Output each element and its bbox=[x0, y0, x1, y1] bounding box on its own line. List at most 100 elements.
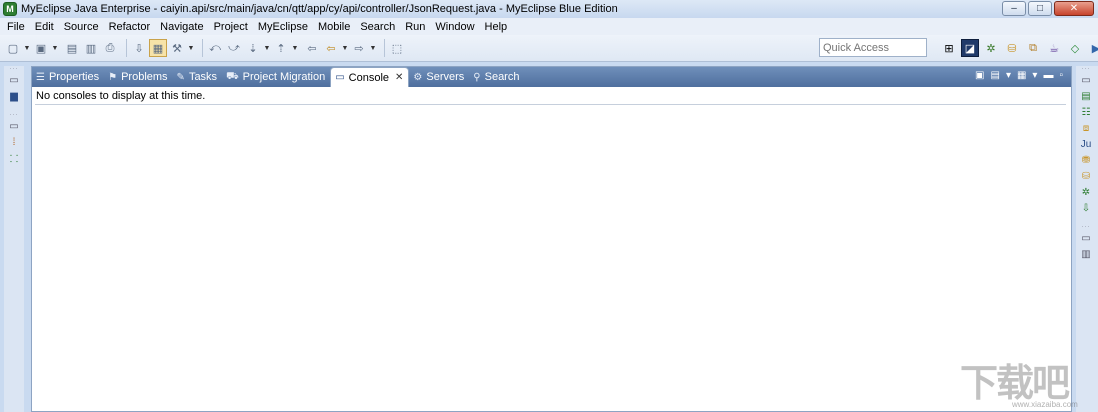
toolbar-separator bbox=[384, 39, 385, 57]
menu-project[interactable]: Project bbox=[209, 21, 253, 33]
menu-bar: File Edit Source Refactor Navigate Proje… bbox=[0, 18, 1098, 35]
tab-label: Search bbox=[484, 71, 520, 83]
save-icon[interactable]: ▤ bbox=[63, 39, 81, 57]
next-edit-dropdown-icon[interactable]: ▼ bbox=[263, 45, 271, 52]
display-console-icon[interactable]: ▣ bbox=[975, 70, 984, 81]
console-view-panel: ☰ Properties ⚑ Problems ✎ Tasks ⛟ Projec… bbox=[31, 66, 1072, 412]
menu-window[interactable]: Window bbox=[430, 21, 479, 33]
resource-perspective-icon[interactable]: ▶ bbox=[1087, 39, 1098, 57]
watermark-text: 下载吧 bbox=[960, 361, 1070, 405]
tab-label: Tasks bbox=[188, 71, 218, 83]
debug-perspective-icon[interactable]: ✲ bbox=[982, 39, 1000, 57]
menu-myeclipse[interactable]: MyEclipse bbox=[253, 21, 313, 33]
watermark-url: www.xiazaiba.com bbox=[1012, 400, 1078, 409]
pin-editor-icon[interactable]: ⬚ bbox=[388, 39, 406, 57]
restore-icon[interactable]: ▭ bbox=[1076, 230, 1096, 246]
myeclipse-perspective-icon[interactable]: ◪ bbox=[961, 39, 979, 57]
prev-edit-dropdown-icon[interactable]: ▼ bbox=[291, 45, 299, 52]
outline-icon[interactable]: ⸬ bbox=[4, 150, 24, 166]
tasklist-icon[interactable]: ☷ bbox=[1076, 104, 1096, 120]
tab-tasks[interactable]: ✎ Tasks bbox=[173, 67, 223, 87]
snippets-icon[interactable]: ▤ bbox=[1076, 88, 1096, 104]
next-edit-icon[interactable]: ⇣ bbox=[244, 39, 262, 57]
new-project-dropdown-icon[interactable]: ▼ bbox=[51, 45, 59, 52]
prev-annotation-icon[interactable]: ⤺ bbox=[206, 39, 224, 57]
tab-project-migration[interactable]: ⛟ Project Migration bbox=[222, 67, 330, 87]
build-tool-icon[interactable]: ⚒ bbox=[168, 39, 186, 57]
package-explorer-icon[interactable]: ▆ bbox=[4, 88, 24, 104]
java-perspective-icon[interactable]: ☕ bbox=[1045, 39, 1063, 57]
close-button[interactable]: ✕ bbox=[1054, 1, 1094, 16]
view-actions: ▣ ▤ ▾ ▦ ▾ ▬ ▫ bbox=[975, 70, 1063, 81]
menu-help[interactable]: Help bbox=[480, 21, 513, 33]
junit-icon[interactable]: Ju bbox=[1076, 136, 1096, 152]
team-perspective-icon[interactable]: ⧉ bbox=[1024, 39, 1042, 57]
left-trim-bar: ··· ▭ ▆ ··· ▭ ⁞ ⸬ bbox=[4, 66, 24, 412]
close-tab-icon[interactable]: ✕ bbox=[395, 72, 403, 83]
tab-label: Properties bbox=[48, 71, 100, 83]
hierarchy-icon[interactable]: ⁞ bbox=[4, 134, 24, 150]
debug-view-icon[interactable]: ✲ bbox=[1076, 184, 1096, 200]
tab-servers[interactable]: ⚙ Servers bbox=[409, 67, 469, 87]
print-icon[interactable]: ⎙ bbox=[101, 39, 119, 57]
menu-run[interactable]: Run bbox=[400, 21, 430, 33]
new-icon[interactable]: ▢ bbox=[4, 39, 22, 57]
next-annotation-icon[interactable]: ⤻ bbox=[225, 39, 243, 57]
tab-label: Console bbox=[348, 71, 390, 84]
menu-source[interactable]: Source bbox=[59, 21, 104, 33]
open-perspective-icon[interactable]: ⊞ bbox=[940, 39, 958, 57]
menu-search[interactable]: Search bbox=[355, 21, 400, 33]
minimize-button[interactable]: – bbox=[1002, 1, 1026, 16]
console-icon: ▭ bbox=[335, 72, 345, 83]
properties-icon: ☰ bbox=[36, 71, 45, 83]
maximize-button[interactable]: □ bbox=[1028, 1, 1052, 16]
menu-file[interactable]: File bbox=[2, 21, 30, 33]
last-edit-location-icon[interactable]: ⇦ bbox=[303, 39, 321, 57]
editor-area-icon[interactable]: ▥ bbox=[1076, 246, 1096, 262]
quick-access-input[interactable] bbox=[819, 38, 927, 57]
back-icon[interactable]: ⇦ bbox=[322, 39, 340, 57]
forward-dropdown-icon[interactable]: ▼ bbox=[369, 45, 377, 52]
tab-search[interactable]: ⚲ Search bbox=[469, 67, 524, 87]
perspective-switcher: ⊞ ◪ ✲ ⛁ ⧉ ☕ ◇ ▶ bbox=[940, 39, 1098, 57]
dropdown-arrow-icon[interactable]: ▾ bbox=[1006, 70, 1011, 81]
minimize-view-icon[interactable]: ▬ bbox=[1043, 70, 1053, 81]
restore-icon[interactable]: ▭ bbox=[4, 72, 24, 88]
servers-icon: ⚙ bbox=[413, 71, 423, 83]
image-preview-icon[interactable]: ⧈ bbox=[1076, 120, 1096, 136]
maximize-view-icon[interactable]: ▫ bbox=[1059, 70, 1063, 81]
db-browser-icon[interactable]: ⛁ bbox=[1076, 168, 1096, 184]
tasks-icon: ✎ bbox=[176, 71, 185, 83]
build-tool-dropdown-icon[interactable]: ▼ bbox=[187, 45, 195, 52]
palette-icon[interactable]: ⛃ bbox=[1076, 152, 1096, 168]
download-icon[interactable]: ⇩ bbox=[1076, 200, 1096, 216]
dropdown-arrow-icon[interactable]: ▾ bbox=[1032, 70, 1037, 81]
restore-icon[interactable]: ▭ bbox=[4, 118, 24, 134]
toolbar-separator bbox=[126, 39, 127, 57]
myeclipse-logo-icon: M bbox=[3, 2, 17, 16]
menu-edit[interactable]: Edit bbox=[30, 21, 59, 33]
search-icon: ⚲ bbox=[473, 71, 481, 83]
new-dropdown-icon[interactable]: ▼ bbox=[23, 45, 31, 52]
view-tab-bar: ☰ Properties ⚑ Problems ✎ Tasks ⛟ Projec… bbox=[32, 67, 1071, 87]
tab-label: Project Migration bbox=[242, 71, 326, 83]
problems-icon: ⚑ bbox=[108, 71, 118, 83]
database-perspective-icon[interactable]: ⛁ bbox=[1003, 39, 1021, 57]
mobile-perspective-icon[interactable]: ◇ bbox=[1066, 39, 1084, 57]
open-console-icon[interactable]: ▦ bbox=[1017, 70, 1026, 81]
menu-mobile[interactable]: Mobile bbox=[313, 21, 355, 33]
new-project-icon[interactable]: ▣ bbox=[32, 39, 50, 57]
prev-edit-icon[interactable]: ⇡ bbox=[272, 39, 290, 57]
tab-problems[interactable]: ⚑ Problems bbox=[104, 67, 172, 87]
server-icon[interactable]: ▦ bbox=[149, 39, 167, 57]
back-dropdown-icon[interactable]: ▼ bbox=[341, 45, 349, 52]
deploy-icon[interactable]: ⇩ bbox=[130, 39, 148, 57]
tab-properties[interactable]: ☰ Properties bbox=[32, 67, 104, 87]
restore-icon[interactable]: ▭ bbox=[1076, 72, 1096, 88]
save-all-icon[interactable]: ▥ bbox=[82, 39, 100, 57]
menu-refactor[interactable]: Refactor bbox=[104, 21, 156, 33]
menu-navigate[interactable]: Navigate bbox=[155, 21, 208, 33]
console-menu-icon[interactable]: ▤ bbox=[990, 70, 999, 81]
tab-console[interactable]: ▭ Console ✕ bbox=[330, 67, 410, 87]
forward-icon[interactable]: ⇨ bbox=[350, 39, 368, 57]
